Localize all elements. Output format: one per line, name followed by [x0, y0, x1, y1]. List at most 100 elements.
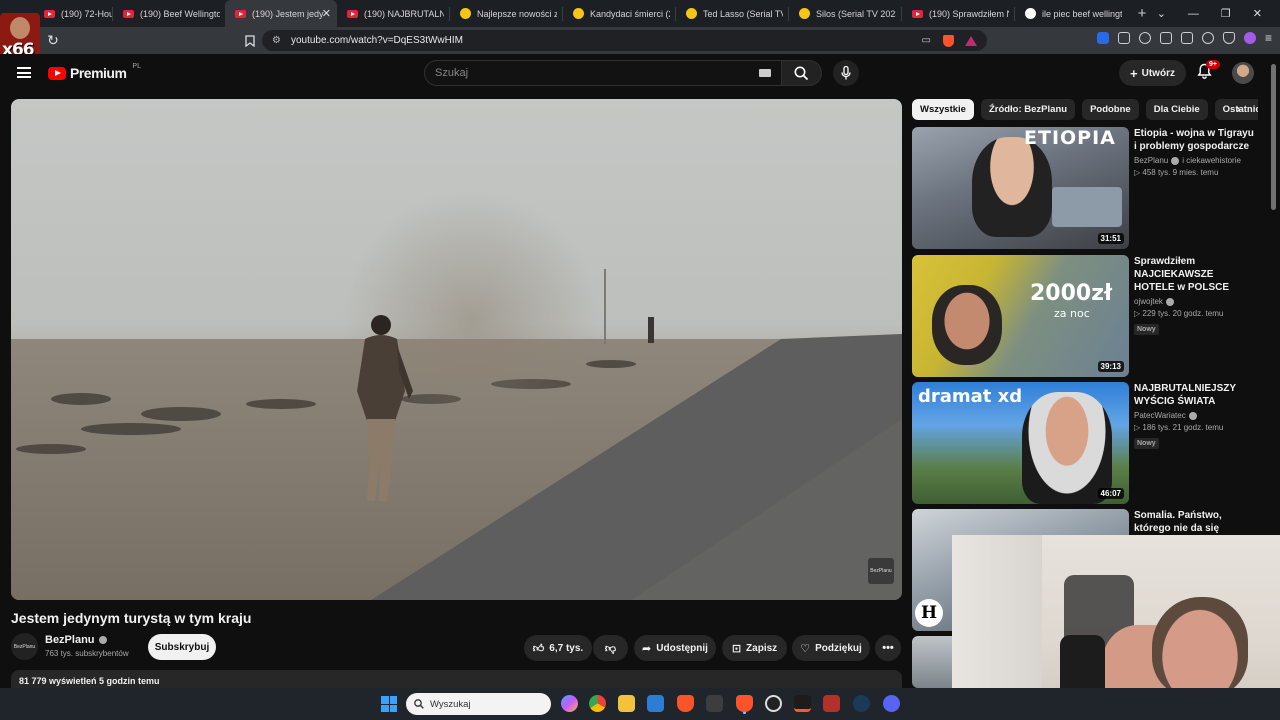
subscribe-button[interactable]: Subskrybuj [148, 634, 216, 660]
steam-icon[interactable] [853, 695, 870, 712]
brave-shields-icon[interactable] [943, 34, 954, 47]
store-icon[interactable] [647, 695, 664, 712]
browser-tab[interactable]: ile piec beef wellingto [1015, 0, 1127, 27]
channel-name[interactable]: BezPlanu [45, 634, 95, 646]
recommendation-meta: Sprawdziłem NAJCIEKAWSZE HOTELE w POLSCE… [1134, 255, 1256, 336]
extension-icon[interactable] [1096, 32, 1109, 44]
app-icon[interactable] [706, 695, 723, 712]
browser-tab[interactable]: Najlepsze nowości ze [450, 0, 562, 27]
youtube-favicon-icon [235, 9, 246, 18]
cast-icon[interactable]: ▭ [922, 35, 931, 46]
save-button[interactable]: ⊡ Zapisz [722, 635, 787, 661]
thumbnail-person [932, 285, 1002, 365]
leo-ai-icon[interactable] [1201, 32, 1214, 44]
chip-similar[interactable]: Podobne [1082, 99, 1139, 120]
dislike-button[interactable]: 👎︎ [593, 635, 628, 661]
plus-icon: + [1130, 65, 1138, 81]
channel-avatar[interactable]: BezPlanu [11, 633, 38, 660]
minimize-icon[interactable]: — [1188, 8, 1199, 20]
bookmark-icon[interactable] [239, 30, 261, 52]
recommendation-channel[interactable]: PatecWariatec [1134, 411, 1256, 420]
chip-all[interactable]: Wszystkie [912, 99, 974, 120]
recommendation-thumbnail[interactable]: ETIOPIA 31:51 [912, 127, 1129, 249]
search-icon [794, 66, 809, 80]
discord-icon[interactable] [883, 695, 900, 712]
chip-source[interactable]: Źródło: BezPlanu [980, 99, 1076, 120]
copilot-icon[interactable] [561, 695, 578, 712]
browser-tab[interactable]: Kandydaci śmierci (20 [563, 0, 675, 27]
shield-app-icon[interactable] [823, 695, 840, 712]
restore-icon[interactable]: ❐ [1221, 7, 1231, 20]
recommendation-thumbnail[interactable]: 2000zł za noc 39:13 [912, 255, 1129, 377]
close-tab-icon[interactable]: ✕ [322, 7, 331, 20]
recommendation-title[interactable]: Etiopia - wojna w Tigrayu i problemy gos… [1134, 127, 1256, 153]
vpn-shield-icon[interactable] [1222, 32, 1235, 44]
tab-search-icon[interactable]: ⌄ [1157, 7, 1166, 20]
recommendation-thumbnail[interactable]: dramat xd 46:07 [912, 382, 1129, 504]
streamer-face-icon [10, 17, 30, 39]
browser-tab[interactable]: (190) Beef Wellington [113, 0, 225, 27]
obs-icon[interactable] [765, 695, 782, 712]
reload-icon[interactable]: ↻ [42, 30, 64, 52]
search-placeholder: Szukaj [435, 67, 469, 79]
address-bar[interactable]: ⚙ youtube.com/watch?v=DqES3tWwHIM ▭ [262, 30, 987, 51]
search-input[interactable]: Szukaj [424, 60, 782, 86]
recommendation-channel[interactable]: ojwojtek [1134, 297, 1256, 306]
description-box[interactable]: 81 779 wyświetleń 5 godzin temu [11, 670, 902, 690]
new-badge: Nowy [1134, 324, 1159, 335]
guide-menu-icon[interactable] [17, 67, 31, 78]
stream-app-icon[interactable] [794, 695, 811, 712]
new-tab-button[interactable]: + [1127, 5, 1157, 22]
recommendation-channel[interactable]: BezPlanu i ciekawehistorie [1134, 156, 1256, 165]
thanks-label: Podziękuj [815, 642, 862, 654]
close-window-icon[interactable]: ✕ [1253, 7, 1262, 20]
create-button[interactable]: + Utwórz [1119, 60, 1186, 86]
chevron-right-icon[interactable]: › [1236, 101, 1240, 116]
recommendation-title[interactable]: NAJBRUTALNIEJSZY WYŚCIG ŚWIATA [1134, 382, 1256, 408]
reading-list-icon[interactable] [1159, 32, 1172, 44]
page-scrollbar[interactable] [1271, 64, 1276, 210]
browser-tab-active[interactable]: (190) Jestem jedy ✕ [225, 0, 337, 27]
channel-name-link[interactable]: BezPlanu [45, 634, 107, 646]
brave-active-icon[interactable] [736, 695, 753, 712]
channel-watermark[interactable]: BezPlanu [868, 558, 894, 584]
puzzle-icon[interactable] [1117, 32, 1130, 44]
site-settings-icon[interactable]: ⚙ [272, 35, 281, 46]
like-count: 6,7 tys. [549, 642, 584, 654]
search-button[interactable] [782, 60, 822, 86]
like-button[interactable]: 👍︎ 6,7 tys. [524, 635, 592, 661]
more-actions-button[interactable]: ••• [875, 635, 901, 661]
thumbnail-market [1052, 187, 1122, 227]
recommendation-item[interactable]: 2000zł za noc 39:13 Sprawdziłem NAJCIEKA… [912, 255, 1258, 377]
chip-for-you[interactable]: Dla Ciebie [1145, 99, 1208, 120]
wallet-icon[interactable] [1180, 32, 1193, 44]
profile-icon[interactable] [1243, 32, 1256, 44]
url-text[interactable]: youtube.com/watch?v=DqES3tWwHIM [291, 35, 463, 46]
browser-tab[interactable]: Silos (Serial TV 2023-2 [789, 0, 901, 27]
more-dots-icon: ••• [882, 642, 894, 654]
browser-tab[interactable]: Ted Lasso (Serial TV 2 [676, 0, 788, 27]
menu-icon[interactable]: ≡ [1265, 31, 1272, 45]
notifications-button[interactable]: 9+ [1197, 60, 1220, 81]
youtube-favicon-icon [347, 9, 358, 18]
keyboard-icon[interactable] [759, 69, 771, 77]
taskbar-search[interactable]: Wyszukaj [406, 693, 551, 715]
brave-rewards-icon[interactable] [965, 35, 977, 46]
recommendation-item[interactable]: dramat xd 46:07 NAJBRUTALNIEJSZY WYŚCIG … [912, 382, 1258, 504]
windows-start-icon[interactable] [381, 696, 397, 712]
voice-search-button[interactable] [833, 60, 859, 86]
recommendation-item[interactable]: ETIOPIA 31:51 Etiopia - wojna w Tigrayu … [912, 127, 1258, 249]
browser-tab[interactable]: (190) NAJBRUTALNIEJ [337, 0, 449, 27]
brave-icon[interactable] [677, 695, 694, 712]
music-icon[interactable] [1138, 32, 1151, 44]
browser-tab[interactable]: (190) Sprawdziłem NA [902, 0, 1014, 27]
video-player[interactable]: BezPlanu [11, 99, 902, 600]
account-avatar[interactable] [1232, 62, 1254, 84]
recommendation-title[interactable]: Sprawdziłem NAJCIEKAWSZE HOTELE w POLSCE [1134, 255, 1256, 294]
file-explorer-icon[interactable] [618, 695, 635, 712]
share-button[interactable]: ➦ Udostępnij [634, 635, 716, 661]
youtube-premium-logo[interactable]: Premium PL [48, 63, 141, 81]
thanks-button[interactable]: ♡ Podziękuj [792, 635, 870, 661]
chrome-icon[interactable] [589, 695, 606, 712]
search-icon [414, 699, 424, 709]
